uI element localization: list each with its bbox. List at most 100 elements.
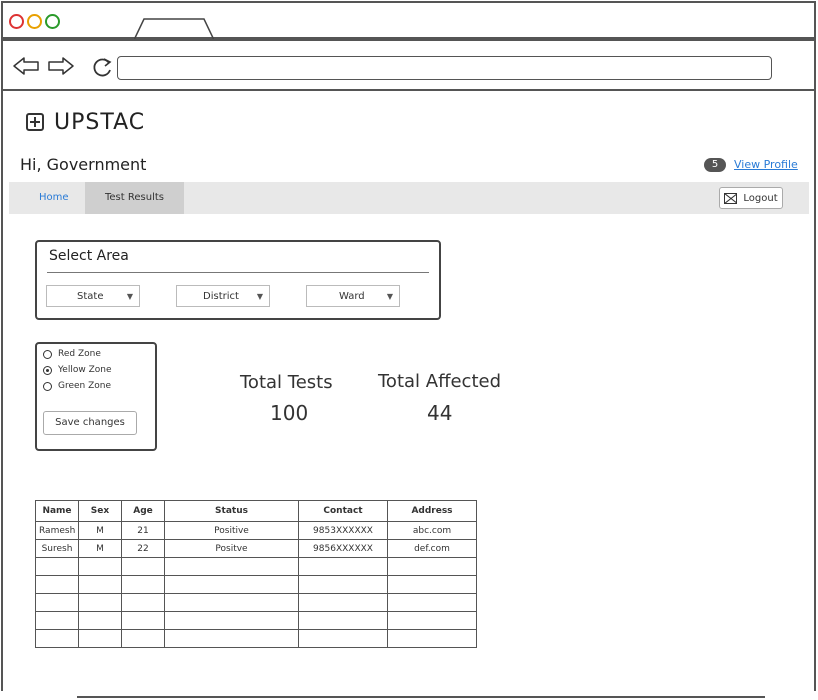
column-header: Age <box>121 500 165 522</box>
radio-button[interactable] <box>43 349 52 359</box>
table-cell <box>121 593 165 612</box>
logout-button[interactable]: Logout <box>719 187 783 209</box>
total-tests-label: Total Tests <box>240 372 333 393</box>
plus-box-icon <box>26 113 44 131</box>
column-header: Name <box>35 500 79 522</box>
nav-item-home[interactable]: Home <box>39 192 69 203</box>
total-tests-value: 100 <box>270 401 309 425</box>
table-cell <box>121 575 165 594</box>
browser-tab[interactable] <box>134 18 214 40</box>
results-table: Name Sex Age Status Contact Address Rame… <box>35 500 477 648</box>
table-cell <box>298 557 388 576</box>
total-affected-value: 44 <box>427 401 453 425</box>
greeting-text: Hi, Government <box>20 155 147 174</box>
table-row[interactable] <box>35 575 477 594</box>
select-area-title: Select Area <box>49 248 129 264</box>
notification-badge: 5 <box>704 158 726 172</box>
table-cell <box>121 557 165 576</box>
logout-label: Logout <box>743 192 778 204</box>
table-cell <box>387 575 477 594</box>
nav-bar: Home Test Results Logout <box>9 182 809 214</box>
table-cell: Ramesh <box>35 521 79 540</box>
divider <box>47 272 429 273</box>
table-row[interactable]: Suresh M 22 Positve 9856XXXXXX def.com <box>35 539 477 558</box>
table-row[interactable]: Ramesh M 21 Positive 9853XXXXXX abc.com <box>35 521 477 540</box>
app-title: UPSTAC <box>54 109 146 135</box>
table-row[interactable] <box>35 557 477 576</box>
envelope-icon <box>724 192 738 204</box>
minimize-window-icon[interactable] <box>27 14 42 29</box>
close-window-icon[interactable] <box>9 14 24 29</box>
table-cell <box>387 557 477 576</box>
table-cell <box>164 575 299 594</box>
radio-label: Red Zone <box>58 349 101 359</box>
radio-button[interactable] <box>43 365 52 375</box>
column-header: Status <box>164 500 299 522</box>
table-cell <box>121 629 165 648</box>
table-cell: 9853XXXXXX <box>298 521 388 540</box>
table-cell <box>387 611 477 630</box>
table-cell: Positve <box>164 539 299 558</box>
url-input[interactable] <box>117 56 772 80</box>
table-row[interactable] <box>35 593 477 612</box>
column-header: Sex <box>78 500 122 522</box>
reload-icon[interactable] <box>91 55 115 79</box>
table-cell <box>164 629 299 648</box>
radio-green-zone[interactable]: Green Zone <box>43 381 111 391</box>
select-area-panel: Select Area State ▼ District ▼ Ward ▼ <box>35 240 441 320</box>
table-cell <box>78 611 122 630</box>
maximize-window-icon[interactable] <box>45 14 60 29</box>
table-row[interactable] <box>35 629 477 648</box>
radio-button[interactable] <box>43 381 52 391</box>
table-cell <box>78 557 122 576</box>
table-cell <box>78 575 122 594</box>
table-cell <box>121 611 165 630</box>
save-changes-button[interactable]: Save changes <box>43 411 137 435</box>
chevron-down-icon: ▼ <box>126 291 133 301</box>
ward-select-label: Ward <box>339 290 365 302</box>
nav-item-test-results[interactable]: Test Results <box>85 182 184 214</box>
table-cell <box>164 593 299 612</box>
table-cell: M <box>78 521 122 540</box>
table-header-row: Name Sex Age Status Contact Address <box>35 500 477 522</box>
ward-select[interactable]: Ward ▼ <box>306 285 400 307</box>
radio-yellow-zone[interactable]: Yellow Zone <box>43 365 111 375</box>
radio-label: Yellow Zone <box>58 365 112 375</box>
table-cell: 9856XXXXXX <box>298 539 388 558</box>
table-cell <box>387 629 477 648</box>
column-header: Contact <box>298 500 388 522</box>
table-cell: 22 <box>121 539 165 558</box>
table-cell <box>35 629 79 648</box>
radio-red-zone[interactable]: Red Zone <box>43 349 101 359</box>
district-select[interactable]: District ▼ <box>176 285 270 307</box>
table-cell: def.com <box>387 539 477 558</box>
chevron-down-icon: ▼ <box>256 291 263 301</box>
table-cell: M <box>78 539 122 558</box>
table-cell <box>78 629 122 648</box>
browser-titlebar <box>1 1 816 40</box>
table-cell <box>35 593 79 612</box>
radio-label: Green Zone <box>58 381 112 391</box>
scrollbar[interactable] <box>77 696 765 698</box>
table-cell <box>298 611 388 630</box>
table-cell <box>298 593 388 612</box>
table-cell <box>298 575 388 594</box>
total-affected-label: Total Affected <box>378 371 502 392</box>
table-cell <box>78 593 122 612</box>
view-profile-link[interactable]: View Profile <box>734 158 798 171</box>
table-cell: Suresh <box>35 539 79 558</box>
state-select[interactable]: State ▼ <box>46 285 140 307</box>
zone-panel: Red Zone Yellow Zone Green Zone Save cha… <box>35 342 157 451</box>
table-cell: 21 <box>121 521 165 540</box>
table-cell <box>298 629 388 648</box>
table-cell <box>164 611 299 630</box>
state-select-label: State <box>77 290 104 302</box>
table-cell <box>35 611 79 630</box>
table-cell <box>35 557 79 576</box>
chevron-down-icon: ▼ <box>386 291 393 301</box>
forward-arrow-icon[interactable] <box>47 56 75 76</box>
back-arrow-icon[interactable] <box>12 56 40 76</box>
table-cell: Positive <box>164 521 299 540</box>
table-row[interactable] <box>35 611 477 630</box>
table-cell <box>387 593 477 612</box>
